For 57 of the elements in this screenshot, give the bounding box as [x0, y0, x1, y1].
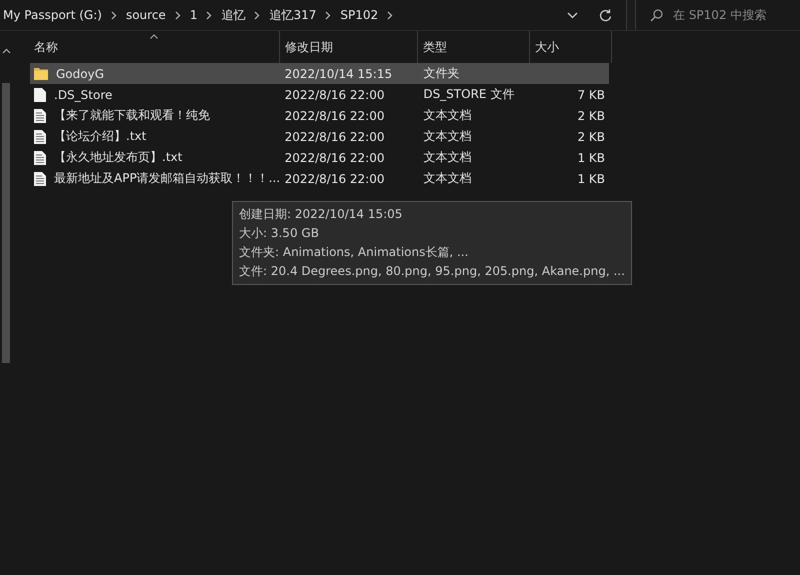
chevron-icon: [387, 10, 394, 20]
search-icon: [650, 8, 663, 22]
file-size: 1 KB: [577, 172, 606, 186]
file-size: 2 KB: [577, 108, 606, 122]
chevron-icon: [110, 10, 117, 20]
file-name: .DS_Store: [54, 88, 112, 102]
blank-file-icon: [34, 88, 46, 102]
file-name: 【来了就能下载和观看！纯免: [54, 107, 210, 124]
file-size: 2 KB: [577, 130, 606, 144]
tooltip-line: 文件: 20.4 Degrees.png, 80.png, 95.png, 205.png, Akane.png, ...: [239, 263, 625, 280]
file-name: 【永久地址发布页】.txt: [54, 149, 182, 166]
file-row[interactable]: 【来了就能下载和观看！纯免 2022/8/16 22:00 文本文档 2 KB: [30, 105, 609, 126]
breadcrumb[interactable]: source: [126, 8, 166, 22]
scrollbar-thumb[interactable]: [2, 83, 10, 363]
dropdown-icon[interactable]: [567, 12, 578, 18]
file-type: DS_STORE 文件: [423, 86, 514, 103]
chevron-icon: [254, 10, 260, 20]
chevron-icon: [174, 10, 181, 20]
file-row[interactable]: 最新地址及APP请发邮箱自动获取！！！... 2022/8/16 22:00 文本文档 1 KB: [30, 168, 609, 189]
text-file-icon: [34, 150, 46, 164]
refresh-icon[interactable]: [599, 8, 612, 22]
selected-file-row[interactable]: GodoyG 2022/10/14 15:15 文件夹: [30, 63, 609, 84]
file-type: 文本文档: [423, 149, 472, 166]
modified-date: 2022/8/16 22:00: [284, 150, 384, 164]
text-file-icon: [34, 108, 46, 122]
tooltip-line: 文件夹: Animations, Animations长篇, ...: [239, 244, 470, 261]
file-type: 文件夹: [423, 65, 460, 82]
file-size: 7 KB: [577, 88, 606, 102]
modified-date: 2022/8/16 22:00: [284, 130, 384, 144]
file-name: 最新地址及APP请发邮箱自动获取！！！...: [54, 170, 280, 187]
modified-date: 2022/8/16 22:00: [284, 108, 384, 122]
modified-date: 2022/8/16 22:00: [284, 88, 384, 102]
chevron-icon: [206, 10, 212, 20]
file-type: 文本文档: [423, 128, 472, 145]
file-name: 【论坛介绍】.txt: [54, 128, 146, 145]
file-row[interactable]: 【永久地址发布页】.txt 2022/8/16 22:00 文本文档 1 KB: [30, 147, 609, 168]
file-name: GodoyG: [56, 66, 104, 80]
breadcrumb[interactable]: 1: [190, 8, 198, 22]
search-field[interactable]: 在 SP102 中搜索: [673, 8, 778, 22]
tooltip-line: 创建日期: 2022/10/14 15:05: [239, 206, 404, 223]
file-row[interactable]: .DS_Store 2022/8/16 22:00 DS_STORE 文件 7 KB: [30, 84, 609, 105]
file-type: 文本文档: [423, 107, 472, 124]
text-file-icon: [34, 130, 46, 144]
breadcrumb[interactable]: 追忆: [221, 6, 246, 24]
scroll-up-icon[interactable]: [2, 48, 10, 54]
file-row[interactable]: 【论坛介绍】.txt 2022/8/16 22:00 文本文档 2 KB: [30, 126, 609, 147]
file-type: 文本文档: [423, 170, 472, 187]
chevron-icon: [325, 10, 332, 20]
folder-icon: [34, 67, 48, 80]
text-file-icon: [34, 172, 46, 186]
breadcrumb[interactable]: SP102: [340, 8, 378, 22]
breadcrumb[interactable]: My Passport (G:): [3, 8, 102, 22]
breadcrumb[interactable]: 追忆317: [269, 6, 316, 24]
modified-date: 2022/8/16 22:00: [284, 172, 384, 186]
modified-date: 2022/10/14 15:15: [284, 66, 392, 80]
file-size: 1 KB: [577, 150, 606, 164]
tooltip-line: 大小: 3.50 GB: [239, 225, 320, 242]
